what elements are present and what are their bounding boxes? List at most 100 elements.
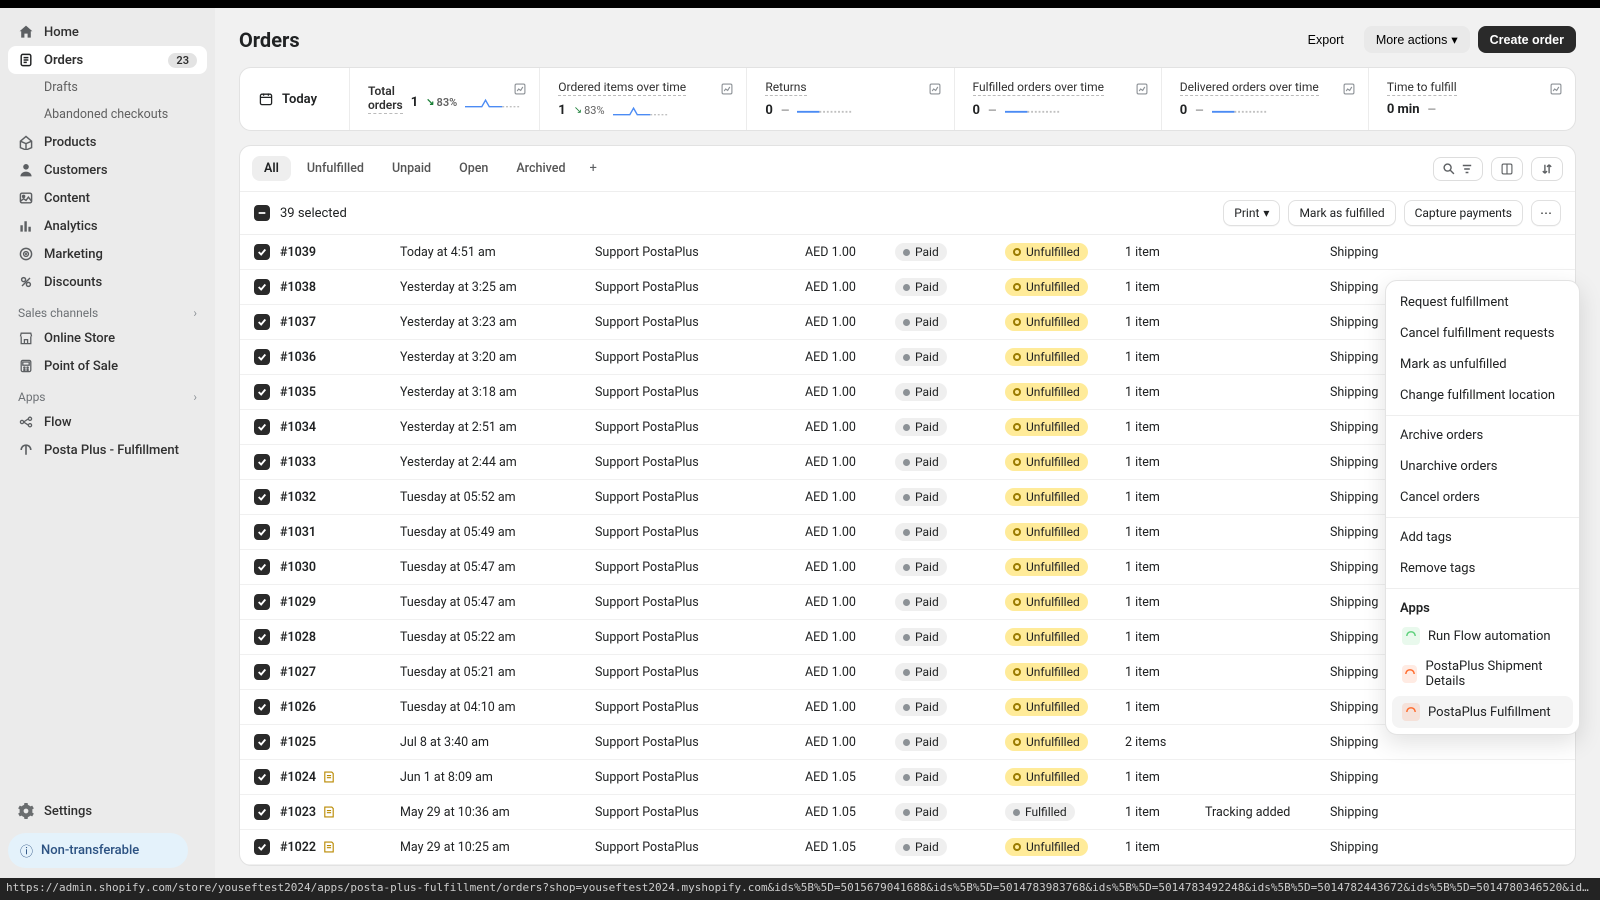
row-checkbox[interactable] [254,524,270,540]
select-all-checkbox[interactable] [254,205,270,221]
metric-returns[interactable]: Returns0— [747,68,954,130]
order-id[interactable]: #1024 [280,770,400,785]
metric-ordered-items-over-time[interactable]: Ordered items over time1↘83% [540,68,747,130]
order-row[interactable]: #1029 Tuesday at 05:47 am Support PostaP… [240,585,1575,620]
date-range-picker[interactable]: Today [240,68,350,130]
order-id[interactable]: #1034 [280,420,400,435]
order-row[interactable]: #1025 Jul 8 at 3:40 am Support PostaPlus… [240,725,1575,760]
capture-payments-button[interactable]: Capture payments [1404,200,1523,226]
row-checkbox[interactable] [254,419,270,435]
search-filter-button[interactable] [1433,157,1483,181]
nav-discounts[interactable]: Discounts [8,268,207,296]
nav-customers[interactable]: Customers [8,156,207,184]
row-checkbox[interactable] [254,699,270,715]
order-id[interactable]: #1022 [280,840,400,855]
tab-open[interactable]: Open [447,156,500,181]
metric-total-orders[interactable]: Total orders1↘83% [350,68,540,130]
sort-button[interactable] [1531,157,1563,181]
row-checkbox[interactable] [254,839,270,855]
apps-header[interactable]: Apps› [8,380,207,408]
row-checkbox[interactable] [254,594,270,610]
menu-add-tags[interactable]: Add tags [1386,522,1579,553]
more-bulk-actions-button[interactable]: ⋯ [1531,200,1561,226]
order-id[interactable]: #1028 [280,630,400,645]
row-checkbox[interactable] [254,664,270,680]
nav-content[interactable]: Content [8,184,207,212]
nav-orders[interactable]: Orders23 [8,46,207,74]
order-row[interactable]: #1035 Yesterday at 3:18 am Support Posta… [240,375,1575,410]
menu-cancel-orders[interactable]: Cancel orders [1386,482,1579,513]
tab-unpaid[interactable]: Unpaid [380,156,443,181]
create-order-button[interactable]: Create order [1478,26,1576,53]
row-checkbox[interactable] [254,629,270,645]
app-flow[interactable]: Flow [8,408,207,436]
row-checkbox[interactable] [254,804,270,820]
order-row[interactable]: #1030 Tuesday at 05:47 am Support PostaP… [240,550,1575,585]
export-button[interactable]: Export [1296,26,1356,53]
order-row[interactable]: #1023 May 29 at 10:36 am Support PostaPl… [240,795,1575,830]
order-row[interactable]: #1037 Yesterday at 3:23 am Support Posta… [240,305,1575,340]
order-id[interactable]: #1030 [280,560,400,575]
order-row[interactable]: #1034 Yesterday at 2:51 am Support Posta… [240,410,1575,445]
order-id[interactable]: #1032 [280,490,400,505]
order-row[interactable]: #1022 May 29 at 10:25 am Support PostaPl… [240,830,1575,865]
order-row[interactable]: #1033 Yesterday at 2:44 am Support Posta… [240,445,1575,480]
mark-fulfilled-button[interactable]: Mark as fulfilled [1288,200,1395,226]
menu-app-postaplus-fulfillment[interactable]: PostaPlus Fulfillment [1392,696,1573,728]
menu-cancel-fulfillment-requests[interactable]: Cancel fulfillment requests [1386,318,1579,349]
row-checkbox[interactable] [254,244,270,260]
order-id[interactable]: #1038 [280,280,400,295]
menu-archive-orders[interactable]: Archive orders [1386,420,1579,451]
order-row[interactable]: #1031 Tuesday at 05:49 am Support PostaP… [240,515,1575,550]
sales-channels-header[interactable]: Sales channels› [8,296,207,324]
order-row[interactable]: #1039 Today at 4:51 am Support PostaPlus… [240,235,1575,270]
tab-unfulfilled[interactable]: Unfulfilled [295,156,376,181]
nav-marketing[interactable]: Marketing [8,240,207,268]
row-checkbox[interactable] [254,454,270,470]
nav-sub-drafts[interactable]: Drafts [8,74,207,101]
row-checkbox[interactable] [254,349,270,365]
order-id[interactable]: #1023 [280,805,400,820]
order-row[interactable]: #1028 Tuesday at 05:22 am Support PostaP… [240,620,1575,655]
menu-mark-as-unfulfilled[interactable]: Mark as unfulfilled [1386,349,1579,380]
order-row[interactable]: #1038 Yesterday at 3:25 am Support Posta… [240,270,1575,305]
order-id[interactable]: #1026 [280,700,400,715]
menu-change-fulfillment-location[interactable]: Change fulfillment location [1386,380,1579,411]
menu-unarchive-orders[interactable]: Unarchive orders [1386,451,1579,482]
row-checkbox[interactable] [254,734,270,750]
menu-request-fulfillment[interactable]: Request fulfillment [1386,287,1579,318]
channel-point-of-sale[interactable]: Point of Sale [8,352,207,380]
order-id[interactable]: #1031 [280,525,400,540]
tab-archived[interactable]: Archived [504,156,577,181]
app-posta-plus-fulfillment[interactable]: Posta Plus - Fulfillment [8,436,207,464]
metric-fulfilled-orders-over-time[interactable]: Fulfilled orders over time0— [955,68,1162,130]
order-row[interactable]: #1027 Tuesday at 05:21 am Support PostaP… [240,655,1575,690]
order-row[interactable]: #1026 Tuesday at 04:10 am Support PostaP… [240,690,1575,725]
order-id[interactable]: #1025 [280,735,400,750]
row-checkbox[interactable] [254,489,270,505]
order-id[interactable]: #1027 [280,665,400,680]
channel-online-store[interactable]: Online Store [8,324,207,352]
metric-delivered-orders-over-time[interactable]: Delivered orders over time0— [1162,68,1369,130]
order-row[interactable]: #1024 Jun 1 at 8:09 am Support PostaPlus… [240,760,1575,795]
row-checkbox[interactable] [254,279,270,295]
order-id[interactable]: #1036 [280,350,400,365]
add-tab-button[interactable]: + [582,157,605,180]
order-id[interactable]: #1029 [280,595,400,610]
nav-products[interactable]: Products [8,128,207,156]
more-actions-button[interactable]: More actions▾ [1364,26,1470,53]
row-checkbox[interactable] [254,559,270,575]
order-id[interactable]: #1037 [280,315,400,330]
nav-analytics[interactable]: Analytics [8,212,207,240]
row-checkbox[interactable] [254,769,270,785]
print-button[interactable]: Print▾ [1223,200,1280,226]
tab-all[interactable]: All [252,156,291,181]
nav-sub-abandoned-checkouts[interactable]: Abandoned checkouts [8,101,207,128]
row-checkbox[interactable] [254,384,270,400]
menu-app-postaplus-shipment-details[interactable]: PostaPlus Shipment Details [1392,652,1573,696]
order-id[interactable]: #1033 [280,455,400,470]
order-row[interactable]: #1032 Tuesday at 05:52 am Support PostaP… [240,480,1575,515]
order-row[interactable]: #1036 Yesterday at 3:20 am Support Posta… [240,340,1575,375]
row-checkbox[interactable] [254,314,270,330]
order-id[interactable]: #1039 [280,245,400,260]
